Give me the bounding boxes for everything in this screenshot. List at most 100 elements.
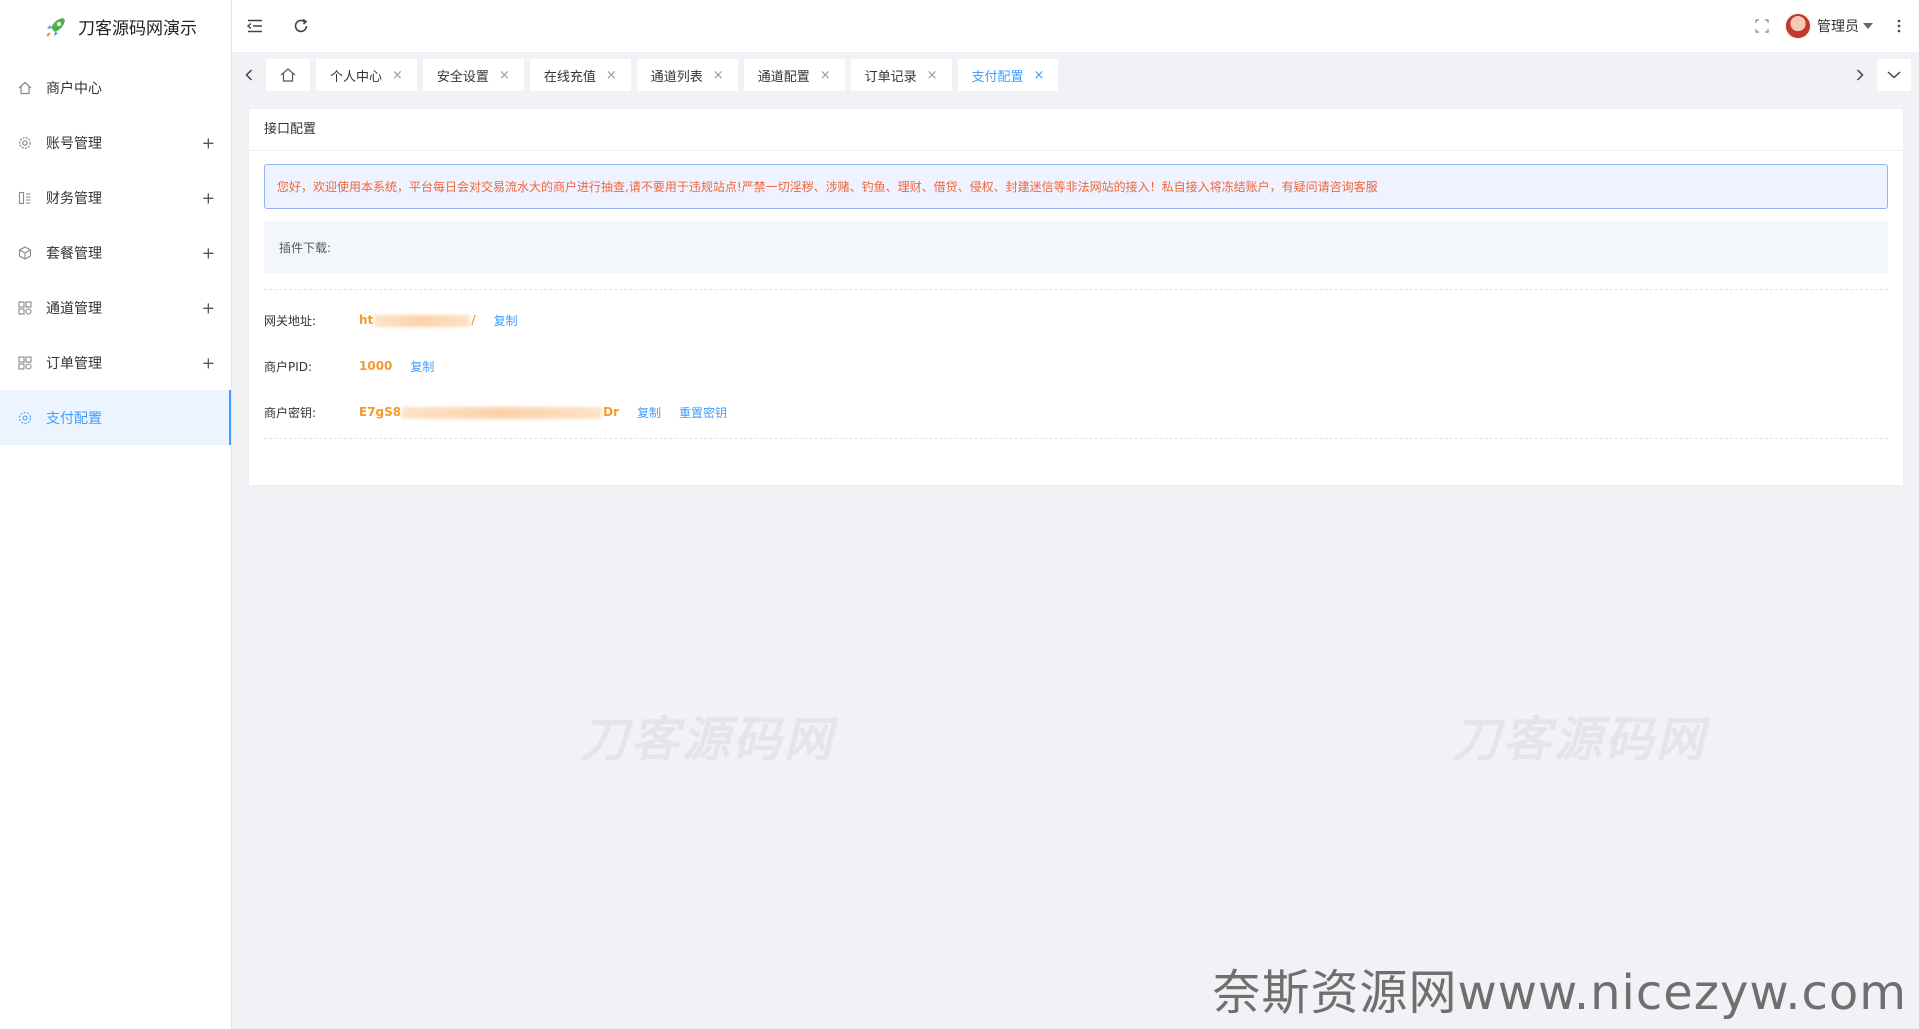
sidebar-item-label: 订单管理 <box>46 355 102 372</box>
sidebar-item-label: 账号管理 <box>46 135 102 152</box>
tab-label: 个人中心 <box>330 69 383 85</box>
tabs-menu-button[interactable] <box>1877 59 1911 91</box>
close-icon[interactable]: × <box>606 68 617 83</box>
config-icon <box>18 411 32 425</box>
sidebar-item-channel[interactable]: 通道管理 + <box>0 280 231 335</box>
sidebar-item-label: 财务管理 <box>46 190 102 207</box>
reset-key-button[interactable]: 重置密钥 <box>679 404 727 421</box>
finance-icon <box>18 191 32 205</box>
rocket-logo-icon <box>43 13 69 40</box>
fullscreen-button[interactable] <box>1739 0 1785 53</box>
pid-label: 商户PID: <box>264 359 313 374</box>
gear-icon <box>18 136 32 150</box>
tab-online-recharge[interactable]: 在线充值 × <box>529 59 631 91</box>
close-icon[interactable]: × <box>927 68 938 83</box>
key-value-suffix: Dr <box>603 405 620 419</box>
tabs-bar: 个人中心 × 安全设置 × 在线充值 × 通道列表 × 通道配置 × 订单记录 … <box>232 54 1919 96</box>
user-menu[interactable]: 管理员 <box>1785 13 1873 39</box>
plugin-download: 插件下载: <box>264 221 1888 273</box>
tab-order-records[interactable]: 订单记录 × <box>850 59 952 91</box>
tabs-scroll-left-button[interactable] <box>232 54 266 96</box>
copy-key-button[interactable]: 复制 <box>637 404 661 421</box>
caret-down-icon <box>1863 23 1873 29</box>
gateway-row: 网关地址: ht / 复制 <box>264 297 1888 343</box>
sidebar-item-label: 支付配置 <box>46 410 102 427</box>
close-icon[interactable]: × <box>820 68 831 83</box>
expand-plus-icon: + <box>201 133 215 152</box>
pid-row: 商户PID: 1000 复制 <box>264 343 1888 389</box>
tab-label: 在线充值 <box>543 69 596 85</box>
fullscreen-icon <box>1755 19 1769 33</box>
redacted-blur <box>402 406 603 419</box>
refresh-icon <box>294 18 308 33</box>
sidebar: 刀客源码网演示 商户中心 账号管理 + 财务管理 + 套餐管理 + 通道管理 +… <box>0 0 232 1029</box>
tab-home[interactable] <box>266 59 310 91</box>
refresh-button[interactable] <box>278 0 324 53</box>
tab-label: 通道列表 <box>650 69 703 85</box>
tab-label: 支付配置 <box>971 69 1024 85</box>
close-icon[interactable]: × <box>499 68 510 83</box>
more-vertical-icon <box>1897 19 1901 33</box>
logo-text: 刀客源码网演示 <box>78 19 197 39</box>
key-value: E7gS8 Dr <box>359 405 619 419</box>
home-icon <box>18 81 32 95</box>
sidebar-item-package[interactable]: 套餐管理 + <box>0 225 231 280</box>
plugin-label: 插件下载: <box>279 240 332 255</box>
card-title: 接口配置 <box>249 109 1903 151</box>
gateway-value-suffix: / <box>471 313 476 327</box>
key-value-prefix: E7gS8 <box>359 405 402 419</box>
avatar <box>1785 13 1811 39</box>
card-body: 您好，欢迎使用本系统，平台每日会对交易流水大的商户进行抽查,请不要用于违规站点!… <box>249 164 1903 439</box>
tab-personal-center[interactable]: 个人中心 × <box>316 59 417 91</box>
collapse-sidebar-button[interactable] <box>232 0 278 53</box>
home-icon <box>280 68 296 82</box>
sidebar-item-label: 商户中心 <box>46 80 102 97</box>
copy-pid-button[interactable]: 复制 <box>410 358 434 375</box>
tab-channel-config[interactable]: 通道配置 × <box>743 59 845 91</box>
key-row: 商户密钥: E7gS8 Dr 复制 重置密钥 <box>264 389 1888 435</box>
redacted-blur <box>374 314 471 327</box>
package-icon <box>18 245 32 260</box>
sidebar-item-payment-config[interactable]: 支付配置 <box>0 390 231 445</box>
copy-gateway-button[interactable]: 复制 <box>494 312 518 329</box>
sidebar-item-order[interactable]: 订单管理 + <box>0 335 231 390</box>
tabs-scroll-right-button[interactable] <box>1843 54 1877 96</box>
grid-icon <box>18 300 32 315</box>
grid-icon <box>18 355 32 370</box>
more-button[interactable] <box>1887 0 1911 53</box>
sidebar-item-merchant-center[interactable]: 商户中心 <box>0 60 231 115</box>
close-icon[interactable]: × <box>1034 68 1045 83</box>
gateway-label: 网关地址: <box>264 313 317 328</box>
username: 管理员 <box>1817 19 1859 35</box>
api-config-card: 接口配置 您好，欢迎使用本系统，平台每日会对交易流水大的商户进行抽查,请不要用于… <box>248 108 1904 486</box>
tab-label: 安全设置 <box>436 69 489 85</box>
chevron-right-icon <box>1856 69 1864 81</box>
tabs: 个人中心 × 安全设置 × 在线充值 × 通道列表 × 通道配置 × 订单记录 … <box>266 59 1843 91</box>
watermark-right: 刀客源码网 <box>1452 712 1708 768</box>
gateway-value: ht / <box>359 313 476 327</box>
expand-plus-icon: + <box>201 243 215 262</box>
credentials: 网关地址: ht / 复制 商户PID: 1000 复制 商户密钥: E7gS8 D… <box>264 297 1888 435</box>
notice-banner: 您好，欢迎使用本系统，平台每日会对交易流水大的商户进行抽查,请不要用于违规站点!… <box>264 164 1888 209</box>
sidebar-item-label: 通道管理 <box>46 300 102 317</box>
logo[interactable]: 刀客源码网演示 <box>0 0 231 53</box>
chevron-down-icon <box>1887 71 1901 79</box>
notice-text: 您好，欢迎使用本系统，平台每日会对交易流水大的商户进行抽查,请不要用于违规站点!… <box>277 180 1378 194</box>
close-icon[interactable]: × <box>392 68 403 83</box>
tab-label: 通道配置 <box>757 69 810 85</box>
tab-security-settings[interactable]: 安全设置 × <box>422 59 524 91</box>
key-label: 商户密钥: <box>264 405 317 420</box>
divider <box>264 289 1888 290</box>
divider <box>264 438 1888 439</box>
close-icon[interactable]: × <box>713 68 724 83</box>
expand-plus-icon: + <box>201 353 215 372</box>
tab-payment-config[interactable]: 支付配置 × <box>957 59 1059 91</box>
sidebar-item-account[interactable]: 账号管理 + <box>0 115 231 170</box>
sidebar-item-label: 套餐管理 <box>46 245 102 262</box>
tab-channel-list[interactable]: 通道列表 × <box>636 59 738 91</box>
sidebar-item-finance[interactable]: 财务管理 + <box>0 170 231 225</box>
watermark-left: 刀客源码网 <box>580 712 836 768</box>
pid-value: 1000 <box>359 359 393 373</box>
expand-plus-icon: + <box>201 298 215 317</box>
header-right: 管理员 <box>1739 0 1919 53</box>
